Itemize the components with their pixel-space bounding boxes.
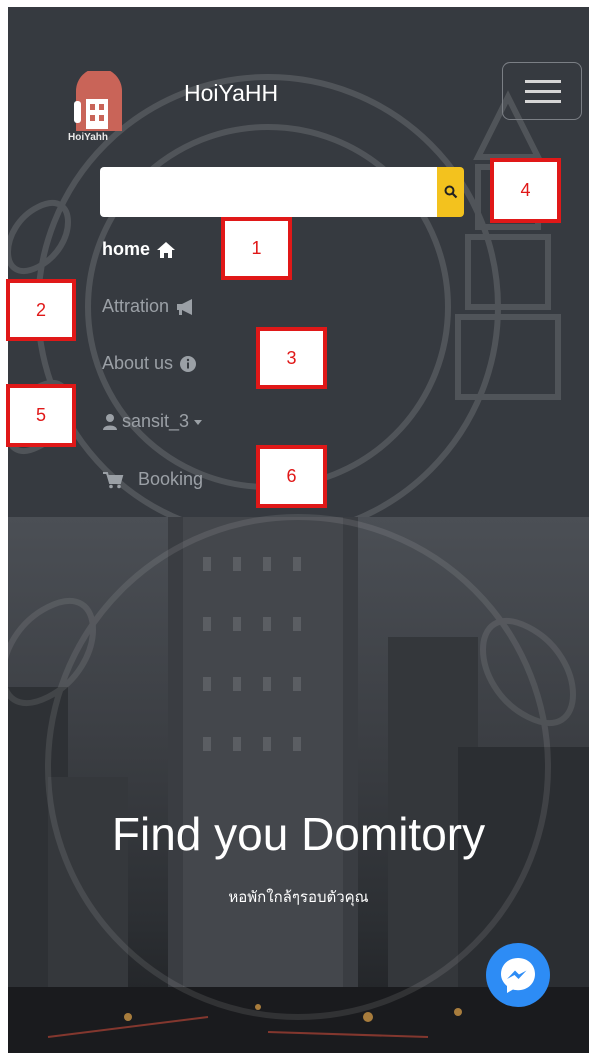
hamburger-icon-bar [525,80,561,83]
nav-attraction-label: Attration [102,296,170,316]
nav-user-dropdown[interactable]: sansit_3 [102,411,203,432]
messenger-icon [501,958,535,993]
annotation-marker-4: 4 [490,158,561,223]
search-icon [444,185,457,199]
search-button[interactable] [437,167,464,217]
nav-home-label: home [102,239,151,259]
hamburger-icon-bar [525,100,561,103]
megaphone-icon [177,298,193,315]
hero-title: Find you Domitory [111,808,486,860]
annotation-marker-6: 6 [256,445,327,508]
menu-toggle-button[interactable] [502,62,582,120]
user-icon [103,413,117,430]
search-form [100,167,464,217]
cart-icon [103,471,124,488]
home-icon [157,241,176,258]
nav-attraction[interactable]: Attration [102,296,197,317]
messenger-chat-button[interactable] [486,943,550,1007]
nav-booking[interactable]: Booking [102,469,203,490]
annotation-marker-3: 3 [256,327,327,389]
nav-user-label: sansit_3 [122,411,190,431]
navbar: HoiYahh HoiYaHH home Attration About us … [8,7,589,540]
annotation-marker-5: 5 [6,384,76,447]
hero-subtitle: หอพักใกล้ๆรอบตัวคุณ [228,888,369,906]
caret-down-icon [194,419,203,425]
nav-about-label: About us [102,353,174,373]
hamburger-icon-bar [525,90,561,93]
logo-caption: HoiYahh [68,132,109,143]
nav-about[interactable]: About us [102,353,197,374]
brand-name[interactable]: HoiYaHH [184,80,278,107]
annotation-marker-1: 1 [221,217,292,280]
nav-home[interactable]: home [102,239,176,260]
search-input[interactable] [100,167,437,217]
annotation-marker-2: 2 [6,279,76,341]
info-icon [180,355,197,372]
nav-booking-label: Booking [138,469,204,489]
